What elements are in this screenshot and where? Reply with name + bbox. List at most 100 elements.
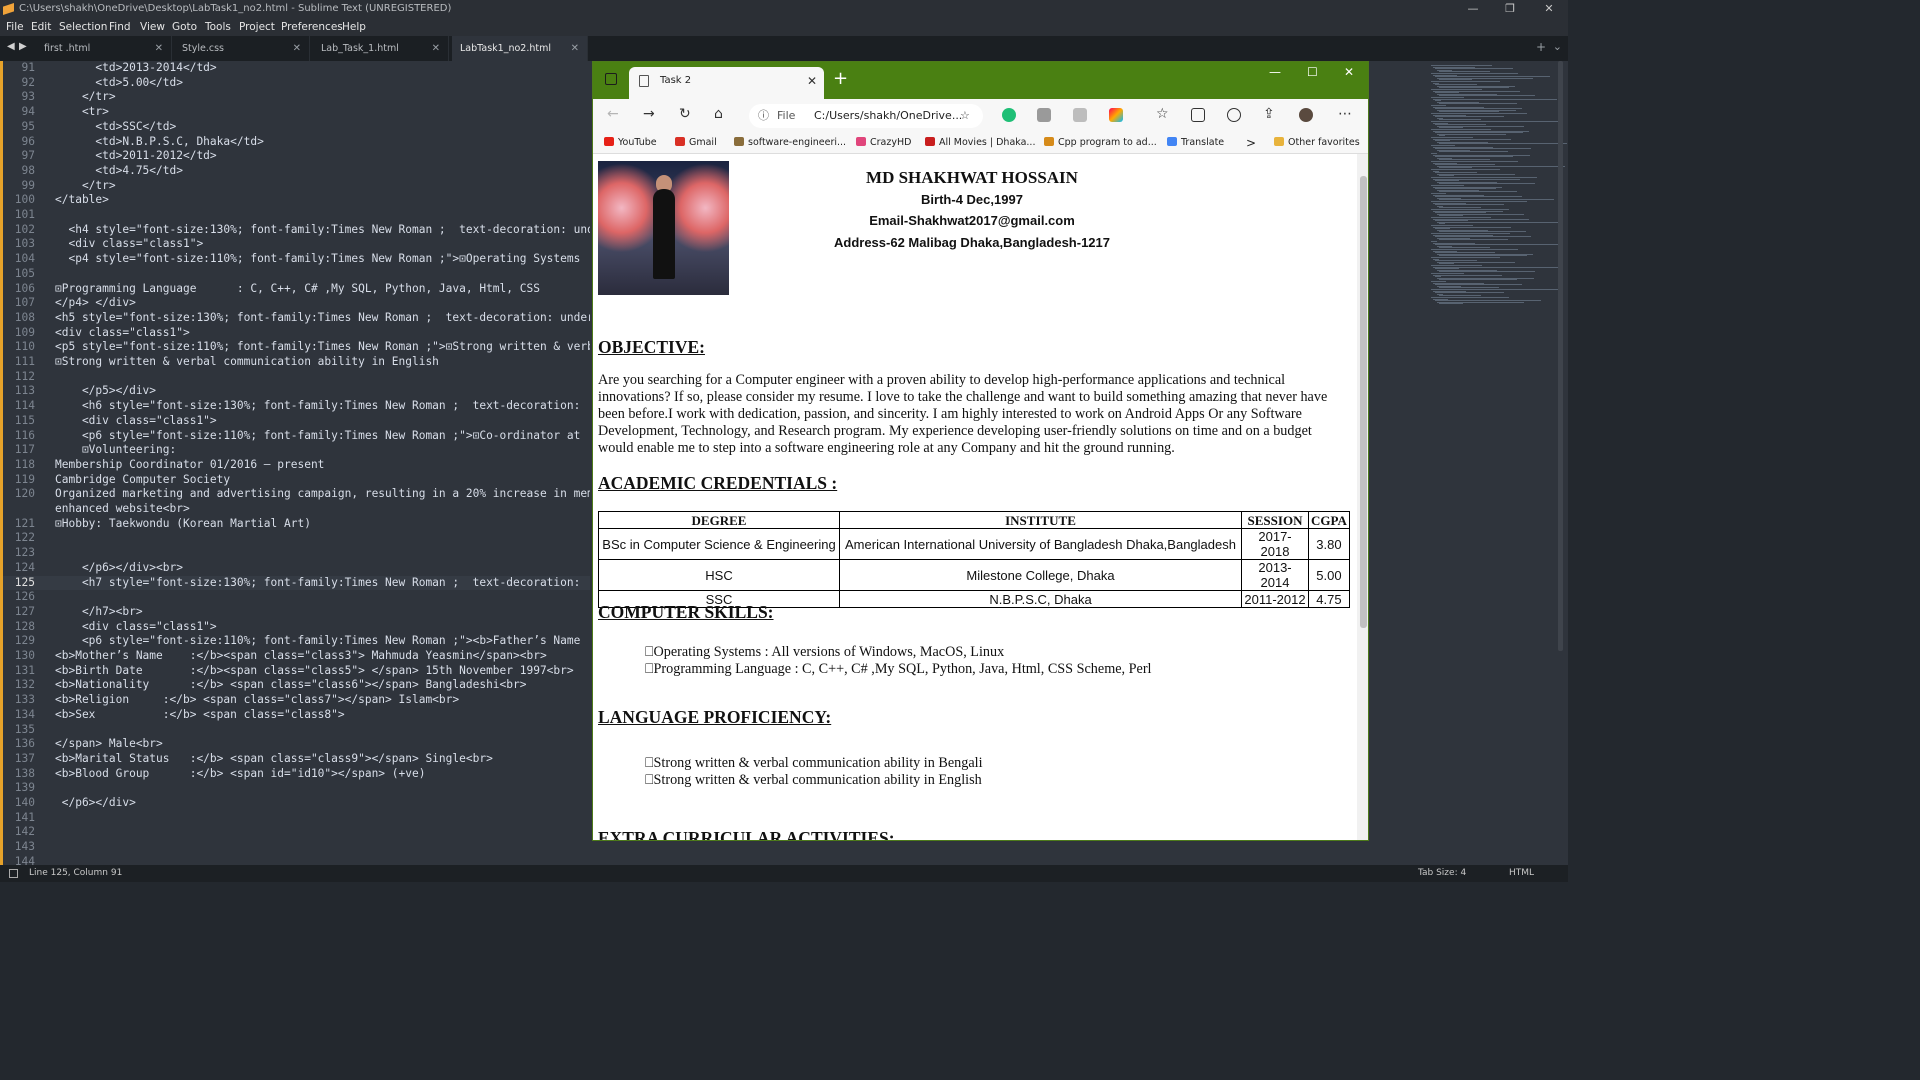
code-line[interactable]: 112 [0, 370, 590, 385]
code-line[interactable]: 125 <h7 style="font-size:130%; font-fami… [0, 575, 590, 591]
menu-selection[interactable]: Selection [59, 18, 107, 36]
extension-icon[interactable] [1073, 108, 1087, 122]
menu-goto[interactable]: Goto [172, 18, 197, 36]
code-line[interactable]: 129 <p6 style="font-size:110%; font-fami… [0, 634, 590, 649]
code-line[interactable]: 137 <b>Marital Status :</b> <span class="… [0, 752, 590, 767]
code-line[interactable]: 114 <h6 style="font-size:130%; font-fami… [0, 399, 590, 414]
more-favorites-chevron-icon[interactable]: > [1246, 132, 1256, 154]
code-line[interactable]: 134 <b>Sex :</b> <span class="class8"> [0, 708, 590, 723]
tab-actions-icon[interactable] [605, 73, 617, 85]
address-bar[interactable]: ⓘ File C:/Users/shakh/OneDrive... ☆ [749, 104, 983, 128]
code-line[interactable]: 132 <b>Nationality :</b> <span class="cla… [0, 678, 590, 693]
favorite-youtube[interactable]: YouTube [604, 132, 657, 154]
code-line[interactable]: 138 <b>Blood Group :</b> <span id="id10">… [0, 767, 590, 782]
code-line[interactable]: 91 <td>2013-2014</td> [0, 61, 590, 76]
collections-icon[interactable] [1191, 108, 1205, 122]
tab-scroll-right-icon[interactable]: ▶ [19, 41, 27, 52]
code-line[interactable]: 130 <b>Mother’s Name :</b><span class="cl… [0, 649, 590, 664]
back-icon[interactable]: ← [607, 106, 619, 122]
extension-icon[interactable] [1037, 108, 1051, 122]
new-browser-tab-icon[interactable]: + [833, 68, 848, 89]
panel-toggle-icon[interactable] [9, 869, 18, 878]
new-tab-icon[interactable]: + [1536, 40, 1546, 54]
code-line[interactable]: 96 <td>N.B.P.S.C, Dhaka</td> [0, 135, 590, 150]
code-line[interactable]: 98 <td>4.75</td> [0, 164, 590, 179]
code-line[interactable]: 93 </tr> [0, 90, 590, 105]
code-line[interactable]: 121 ⊡Hobby: Taekwondu (Korean Martial Art… [0, 517, 590, 532]
page-scrollbar[interactable] [1357, 154, 1368, 840]
code-line[interactable]: enhanced website<br> [0, 502, 590, 517]
refresh-icon[interactable]: ↻ [679, 106, 691, 122]
code-line[interactable]: 110 <p5 style="font-size:110%; font-famil… [0, 340, 590, 355]
code-line[interactable]: 103 <div class="class1"> [0, 237, 590, 252]
tab-list-chevron-icon[interactable]: ⌄ [1553, 40, 1562, 53]
tab-labtask1-no2[interactable]: LabTask1_no2.html ✕ [452, 36, 588, 61]
code-line[interactable]: 127 </h7><br> [0, 605, 590, 620]
code-line[interactable]: 109 <div class="class1"> [0, 326, 590, 341]
code-line[interactable]: 142 [0, 825, 590, 840]
more-menu-icon[interactable]: ⋯ [1338, 106, 1352, 122]
code-line[interactable]: 135 [0, 723, 590, 738]
favorite-all-movies[interactable]: All Movies | Dhaka... [925, 132, 1035, 154]
tab-style-css[interactable]: Style.css ✕ [174, 36, 310, 61]
browser-close-button[interactable]: ✕ [1344, 65, 1354, 79]
close-browser-tab-icon[interactable]: ✕ [807, 67, 817, 95]
tab-scroll-left-icon[interactable]: ◀ [7, 41, 15, 52]
home-icon[interactable]: ⌂ [714, 106, 723, 122]
code-line[interactable]: 104 <p4 style="font-size:110%; font-fami… [0, 252, 590, 267]
menu-tools[interactable]: Tools [205, 18, 231, 36]
scrollbar-thumb[interactable] [1360, 176, 1367, 628]
close-tab-icon[interactable]: ✕ [155, 36, 163, 61]
minimize-button[interactable]: — [1458, 0, 1488, 18]
code-line[interactable]: 95 <td>SSC</td> [0, 120, 590, 135]
code-line[interactable]: 102 <h4 style="font-size:130%; font-fami… [0, 223, 590, 238]
code-line[interactable]: 126 [0, 590, 590, 605]
code-line[interactable]: 123 [0, 546, 590, 561]
browser-minimize-button[interactable]: — [1269, 65, 1281, 79]
browser-maximize-button[interactable]: ☐ [1307, 65, 1318, 79]
code-line[interactable]: 117 ⊡Volunteering: [0, 443, 590, 458]
resume-page[interactable]: MD SHAKHWAT HOSSAIN Birth-4 Dec,1997 Ema… [593, 154, 1355, 840]
code-line[interactable]: 128 <div class="class1"> [0, 620, 590, 635]
code-line[interactable]: 111 ⊡Strong written & verbal communicatio… [0, 355, 590, 370]
extension-icon[interactable] [1109, 108, 1123, 122]
favorites-icon[interactable]: ☆ [1156, 106, 1169, 122]
menu-file[interactable]: File [6, 18, 24, 36]
code-line[interactable]: 118 Membership Coordinator 01/2016 – pres… [0, 458, 590, 473]
forward-icon[interactable]: → [643, 106, 655, 122]
code-line[interactable]: 94 <tr> [0, 105, 590, 120]
code-line[interactable]: 119 Cambridge Computer Society [0, 473, 590, 488]
code-line[interactable]: 140 </p6></div> [0, 796, 590, 811]
code-line[interactable]: 107 </p4> </div> [0, 296, 590, 311]
favorite-gmail[interactable]: Gmail [675, 132, 717, 154]
tab-lab-task-1[interactable]: Lab_Task_1.html ✕ [313, 36, 449, 61]
code-line[interactable]: 124 </p6></div><br> [0, 561, 590, 576]
syntax-mode[interactable]: HTML [1509, 865, 1534, 882]
code-line[interactable]: 101 [0, 208, 590, 223]
code-line[interactable]: 105 [0, 267, 590, 282]
code-view[interactable]: 91 <td>2013-2014</td> 92 <td>5.00</td> 93 … [0, 61, 590, 865]
code-line[interactable]: 141 [0, 811, 590, 826]
tab-first-html[interactable]: first .html ✕ [36, 36, 172, 61]
code-line[interactable]: 100 </table> [0, 193, 590, 208]
tab-size[interactable]: Tab Size: 4 [1418, 865, 1466, 882]
profile-avatar[interactable] [1299, 108, 1313, 122]
add-favorite-icon[interactable]: ☆ [960, 104, 970, 128]
code-line[interactable]: 116 <p6 style="font-size:110%; font-fami… [0, 429, 590, 444]
code-line[interactable]: 106 ⊡Programming Language : C, C++, C# ,M… [0, 282, 590, 297]
code-line[interactable]: 136 </span> Male<br> [0, 737, 590, 752]
favorite-software-engineering[interactable]: software-engineeri... [734, 132, 846, 154]
favorite-crazyhd[interactable]: CrazyHD [856, 132, 911, 154]
editor-scrollbar[interactable] [1558, 61, 1563, 651]
code-line[interactable]: 143 [0, 840, 590, 855]
menu-project[interactable]: Project [239, 18, 275, 36]
favorite-cpp-program[interactable]: Cpp program to ad... [1044, 132, 1157, 154]
code-line[interactable]: 108 <h5 style="font-size:130%; font-famil… [0, 311, 590, 326]
grammarly-extension-icon[interactable] [1002, 108, 1016, 122]
code-line[interactable]: 92 <td>5.00</td> [0, 76, 590, 91]
minimap[interactable] [1428, 61, 1567, 865]
browser-tab-task2[interactable]: Task 2 ✕ [629, 67, 824, 99]
code-line[interactable]: 99 </tr> [0, 179, 590, 194]
code-line[interactable]: 120 Organized marketing and advertising c… [0, 487, 590, 502]
code-line[interactable]: 133 <b>Religion :</b> <span class="class7… [0, 693, 590, 708]
